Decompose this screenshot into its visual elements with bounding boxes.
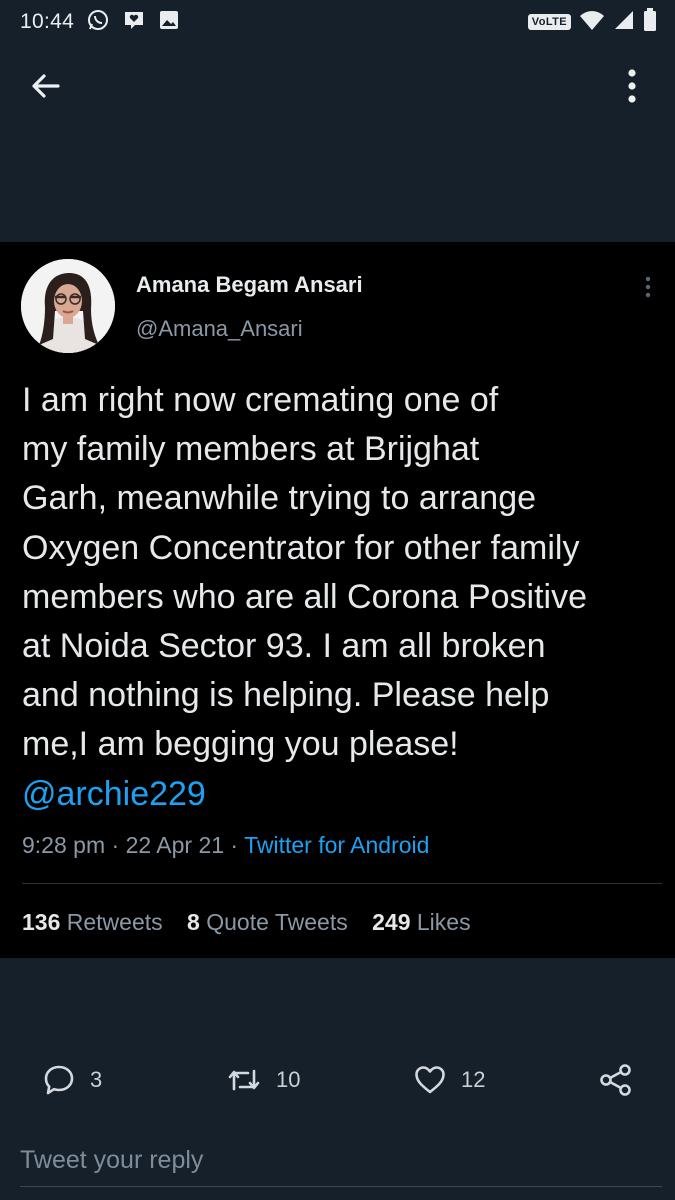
- tweet-date: 22 Apr 21: [125, 832, 225, 858]
- whatsapp-icon: [86, 8, 110, 37]
- tweet-source-link[interactable]: Twitter for Android: [244, 832, 429, 858]
- reply-button[interactable]: 3: [42, 1056, 102, 1104]
- app-bar: [0, 56, 675, 116]
- retweet-button[interactable]: 10: [226, 1056, 300, 1104]
- likes-stat[interactable]: 249 Likes: [372, 909, 470, 935]
- retweet-icon: [228, 1069, 260, 1091]
- tweet-text-line: members who are all Corona Positive: [22, 577, 588, 616]
- retweets-stat[interactable]: 136 Retweets: [22, 909, 163, 935]
- likes-count: 249: [372, 909, 411, 935]
- more-vertical-icon: [628, 69, 636, 103]
- tweet-text: I am right now cremating one of my famil…: [22, 376, 667, 819]
- meta-separator: ·: [230, 832, 239, 858]
- back-button[interactable]: [28, 70, 64, 102]
- retweet-count: 10: [276, 1067, 301, 1092]
- tweet-text-line: at Noida Sector 93. I am all broken: [22, 627, 546, 666]
- status-left: 10:44: [20, 8, 180, 37]
- quotes-count: 8: [187, 909, 200, 935]
- tweet-text-line: me,I am begging you please!: [22, 725, 459, 764]
- tweet-text-line: my family members at Brijghat: [22, 430, 480, 469]
- display-name[interactable]: Amana Begam Ansari: [136, 272, 363, 298]
- reply-underline: [20, 1186, 662, 1187]
- more-options-button[interactable]: [618, 66, 646, 106]
- tweet-meta: 9:28 pm · 22 Apr 21 · Twitter for Androi…: [22, 832, 429, 859]
- reply-count: 3: [90, 1067, 103, 1092]
- meta-separator: ·: [111, 832, 120, 858]
- volte-badge: VoLTE: [527, 14, 571, 30]
- more-vertical-icon: [645, 276, 651, 298]
- tweet-time: 9:28 pm: [22, 832, 106, 858]
- status-time: 10:44: [20, 10, 75, 33]
- tweet-stats: 136 Retweets 8 Quote Tweets 249 Likes: [22, 909, 489, 936]
- heart-icon: [415, 1066, 445, 1094]
- tweet-text-line: and nothing is helping. Please help: [22, 676, 550, 715]
- reply-bar: [0, 1132, 675, 1200]
- retweets-count: 136: [22, 909, 61, 935]
- share-icon: [600, 1064, 631, 1096]
- quotes-label: Quote Tweets: [206, 909, 348, 935]
- mention-link[interactable]: @archie229: [22, 770, 667, 819]
- likes-label: Likes: [416, 909, 471, 935]
- tweet-text-line: Garh, meanwhile trying to arrange: [22, 479, 537, 518]
- tweet-text-line: I am right now cremating one of: [22, 381, 499, 419]
- heart-message-icon: [122, 8, 146, 37]
- quote-tweets-stat[interactable]: 8 Quote Tweets: [187, 909, 348, 935]
- like-count: 12: [461, 1067, 486, 1092]
- wifi-icon: [579, 9, 605, 36]
- tweet-card: Amana Begam Ansari @Amana_Ansari I am ri…: [0, 242, 675, 958]
- avatar[interactable]: [21, 259, 115, 353]
- divider: [22, 883, 662, 884]
- reply-input[interactable]: [20, 1140, 660, 1180]
- tweet-text-line: Oxygen Concentrator for other family: [22, 528, 580, 567]
- action-bar: 3 10 12: [0, 1056, 675, 1104]
- like-button[interactable]: 12: [413, 1056, 485, 1104]
- status-right: VoLTE: [527, 7, 657, 37]
- share-button[interactable]: [598, 1056, 634, 1104]
- profile-photo: [21, 259, 115, 353]
- image-icon: [158, 9, 180, 36]
- screen: 10:44 VoLTE Amana Begam Ansari @Amana_An…: [0, 0, 675, 1200]
- battery-icon: [643, 7, 657, 37]
- reply-icon: [44, 1065, 74, 1095]
- status-bar: 10:44 VoLTE: [0, 0, 675, 44]
- signal-icon: [613, 9, 635, 36]
- retweets-label: Retweets: [66, 909, 163, 935]
- user-handle[interactable]: @Amana_Ansari: [136, 316, 303, 342]
- tweet-menu-button[interactable]: [636, 274, 660, 302]
- arrow-left-icon: [32, 74, 60, 98]
